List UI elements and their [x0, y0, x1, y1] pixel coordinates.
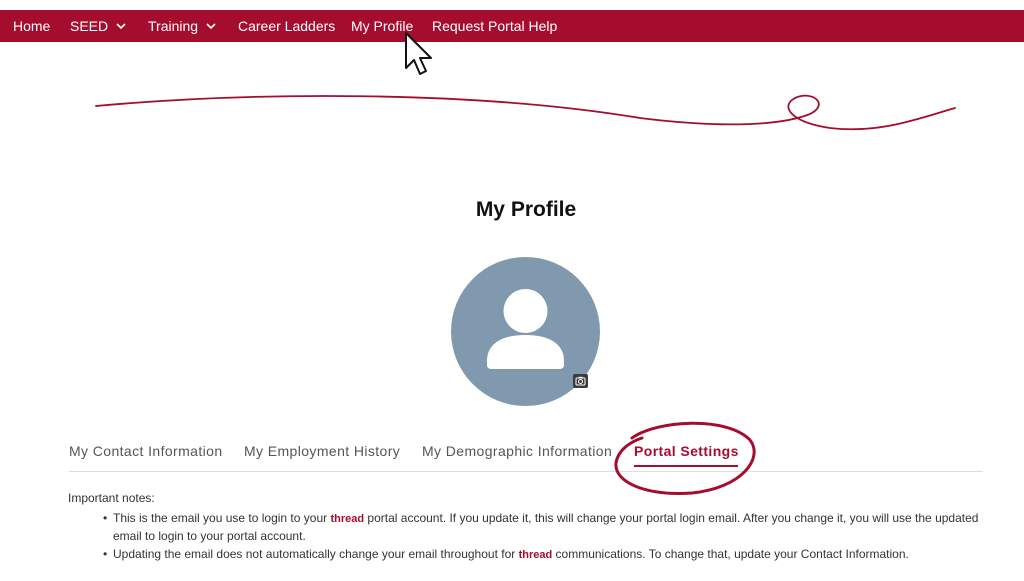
tab-my-demographic-information[interactable]: My Demographic Information [422, 443, 612, 459]
highlight-circle-annotation [614, 421, 756, 495]
note-2-text-start: Updating the email does not automaticall… [113, 547, 519, 561]
top-nav-bar: Home SEED Training Career Ladders My Pro… [0, 10, 1024, 42]
tab-my-employment-history[interactable]: My Employment History [244, 443, 400, 459]
thread-brand-text: thread [330, 513, 365, 525]
list-item: Updating the email does not automaticall… [103, 546, 988, 564]
nav-seed[interactable]: SEED [70, 18, 126, 34]
important-notes: Important notes: This is the email you u… [68, 490, 988, 565]
notes-heading: Important notes: [68, 491, 155, 505]
mouse-pointer-icon [405, 32, 432, 75]
nav-home-label: Home [13, 18, 51, 34]
tabs-divider [69, 471, 983, 472]
nav-career-ladders[interactable]: Career Ladders [238, 18, 335, 34]
tab-my-contact-information[interactable]: My Contact Information [69, 443, 223, 459]
chevron-down-icon [206, 23, 216, 30]
chevron-down-icon [116, 23, 126, 30]
nav-request-help-label: Request Portal Help [432, 18, 558, 34]
list-item: This is the email you use to login to yo… [103, 510, 988, 545]
thread-decoration [95, 94, 956, 131]
nav-seed-label: SEED [70, 18, 109, 34]
nav-home[interactable]: Home [13, 18, 50, 34]
nav-career-ladders-label: Career Ladders [238, 18, 336, 34]
note-2-text-end: communications. To change that, update y… [552, 547, 909, 561]
page-title: My Profile [475, 198, 577, 221]
thread-brand-text: thread [518, 549, 553, 561]
nav-request-help[interactable]: Request Portal Help [432, 18, 557, 34]
note-1-text-start: This is the email you use to login to yo… [113, 511, 331, 525]
notes-list: This is the email you use to login to yo… [68, 510, 988, 564]
camera-glyph [575, 376, 586, 386]
nav-training[interactable]: Training [148, 18, 216, 34]
nav-training-label: Training [148, 18, 199, 34]
camera-icon[interactable] [573, 374, 588, 388]
